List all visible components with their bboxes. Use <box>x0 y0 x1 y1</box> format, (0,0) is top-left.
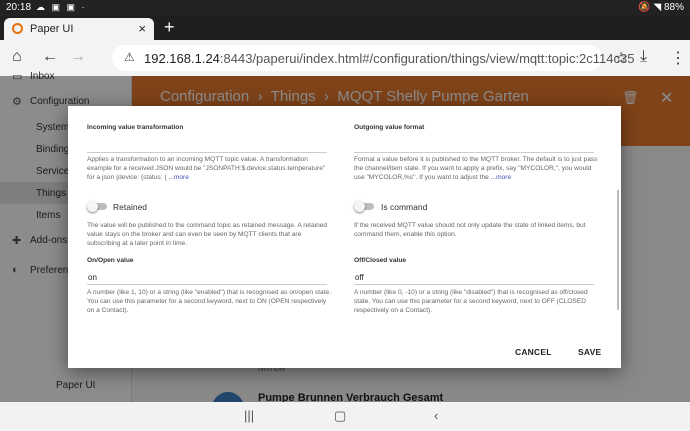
incoming-transform-input[interactable] <box>87 152 327 153</box>
off-closed-label: Off/Closed value <box>354 257 407 264</box>
wifi-icon: ◥ <box>653 2 662 13</box>
incoming-transform-label: Incoming value transformation <box>87 124 184 131</box>
off-closed-input[interactable]: off <box>355 273 364 282</box>
is-command-desc: If the received MQTT value should not on… <box>354 222 586 238</box>
on-open-underline <box>87 284 327 285</box>
android-nav-bar: ||| ▢ ‹ <box>0 402 690 431</box>
forward-icon[interactable]: → <box>70 48 86 66</box>
new-tab-icon[interactable]: + <box>164 17 175 38</box>
browser-tab[interactable]: Paper UI × <box>4 18 154 40</box>
mute-icon: 🔕 <box>638 2 651 13</box>
outgoing-format-label: Outgoing value format <box>354 124 425 131</box>
incoming-more-link[interactable]: ...more <box>168 174 189 181</box>
recent-apps-icon[interactable]: ||| <box>244 408 254 423</box>
is-command-toggle[interactable] <box>354 201 374 212</box>
cancel-button[interactable]: CANCEL <box>515 347 552 357</box>
url-text[interactable]: 192.168.1.24:8443/paperui/index.html#/co… <box>144 51 634 66</box>
clock: 20:18 <box>6 2 32 13</box>
home-button-icon[interactable]: ▢ <box>334 408 346 424</box>
system-indicators: 🔕 ◥ 88% <box>638 2 684 13</box>
back-button-icon[interactable]: ‹ <box>434 408 438 423</box>
not-secure-icon[interactable]: ⚠ <box>124 50 135 64</box>
incoming-transform-desc: Applies a transformation to an incoming … <box>87 156 326 181</box>
close-tab-icon[interactable]: × <box>138 21 146 36</box>
bookmark-star-icon[interactable]: ☆ <box>614 48 628 68</box>
outgoing-format-input[interactable] <box>354 152 594 153</box>
retained-desc: The value will be published to the comma… <box>87 222 328 247</box>
retained-label: Retained <box>113 202 148 212</box>
home-icon[interactable]: ⌂ <box>12 48 22 66</box>
notification-icons: ☁ ▣ ▣ · <box>36 2 87 12</box>
tab-strip: Paper UI × + <box>0 16 690 40</box>
channel-config-dialog: Incoming value transformation Applies a … <box>68 106 621 368</box>
back-icon[interactable]: ← <box>42 48 58 66</box>
outgoing-more-link[interactable]: ...more <box>491 174 512 181</box>
off-closed-underline <box>354 284 594 285</box>
tab-title: Paper UI <box>30 23 74 35</box>
on-open-label: On/Open value <box>87 257 134 264</box>
battery-level: 88% <box>663 2 684 13</box>
menu-icon[interactable]: ⋮ <box>670 48 686 68</box>
openhab-favicon-icon <box>12 23 23 34</box>
is-command-label: Is command <box>381 202 428 212</box>
dialog-scrollbar[interactable] <box>617 190 619 310</box>
on-open-desc: A number (like 1, 10) or a string (like … <box>87 289 332 314</box>
outgoing-format-desc: Format a value before it is published to… <box>354 156 598 181</box>
off-closed-desc: A number (like 0, -10) or a string (like… <box>354 289 588 314</box>
download-icon[interactable]: ⤓ <box>640 48 647 66</box>
status-bar: 20:18 ☁ ▣ ▣ · 🔕 ◥ 88% <box>0 0 690 16</box>
on-open-input[interactable]: on <box>88 273 97 282</box>
retained-toggle[interactable] <box>87 201 107 212</box>
save-button[interactable]: SAVE <box>578 347 601 357</box>
address-bar[interactable]: ⚠ 192.168.1.24:8443/paperui/index.html#/… <box>112 45 634 71</box>
